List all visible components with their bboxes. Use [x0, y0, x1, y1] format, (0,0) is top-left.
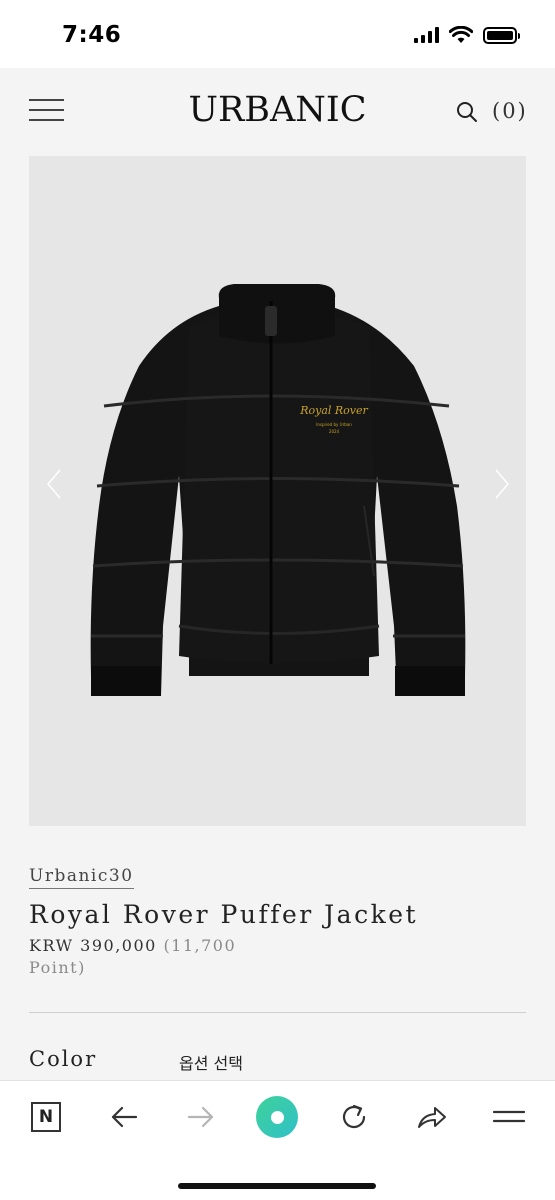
menu-lines-icon [493, 1110, 525, 1123]
menu-button[interactable] [487, 1095, 531, 1139]
previous-image-arrow-icon[interactable] [44, 466, 64, 502]
jacket-print-subtext: Inspired by Urban [316, 422, 352, 427]
jacket-print-year: 2024 [329, 429, 340, 434]
product-price: KRW 390,000 [29, 936, 157, 955]
naver-n-icon: N [31, 1102, 61, 1132]
green-dot-icon [256, 1096, 298, 1138]
status-icons [414, 26, 520, 44]
color-option-select[interactable]: 옵션 선택 [179, 1050, 243, 1074]
back-button[interactable] [102, 1095, 146, 1139]
green-dot-button[interactable] [255, 1095, 299, 1139]
cellular-signal-icon [414, 27, 439, 43]
status-bar: 7:46 [0, 0, 555, 68]
status-time: 7:46 [62, 22, 122, 48]
brand-link[interactable]: Urbanic30 [29, 866, 134, 889]
reload-icon [342, 1104, 366, 1129]
wifi-icon [449, 26, 473, 43]
reload-button[interactable] [332, 1095, 376, 1139]
jacket-print-text: Royal Rover [299, 404, 368, 417]
cart-count[interactable]: (0) [492, 99, 528, 123]
share-arrow-icon [418, 1107, 446, 1128]
arrow-right-icon [187, 1106, 214, 1128]
price-block: KRW 390,000 (11,700 Point) [29, 935, 269, 979]
product-title: Royal Rover Puffer Jacket [29, 900, 419, 929]
site-header: URBANIC (0) [0, 68, 555, 156]
color-option-label: Color [29, 1047, 98, 1071]
search-icon[interactable] [456, 101, 478, 123]
naver-home-button[interactable]: N [24, 1095, 68, 1139]
share-button[interactable] [410, 1095, 454, 1139]
home-indicator [178, 1183, 376, 1189]
forward-button[interactable] [179, 1095, 223, 1139]
divider [29, 1012, 526, 1013]
arrow-left-icon [111, 1106, 138, 1128]
jacket-photo: Royal Rover Inspired by Urban 2024 [90, 284, 466, 696]
product-image[interactable]: Royal Rover Inspired by Urban 2024 [29, 156, 526, 826]
battery-icon [483, 26, 520, 44]
next-image-arrow-icon[interactable] [492, 466, 512, 502]
browser-toolbar: N [0, 1080, 555, 1200]
